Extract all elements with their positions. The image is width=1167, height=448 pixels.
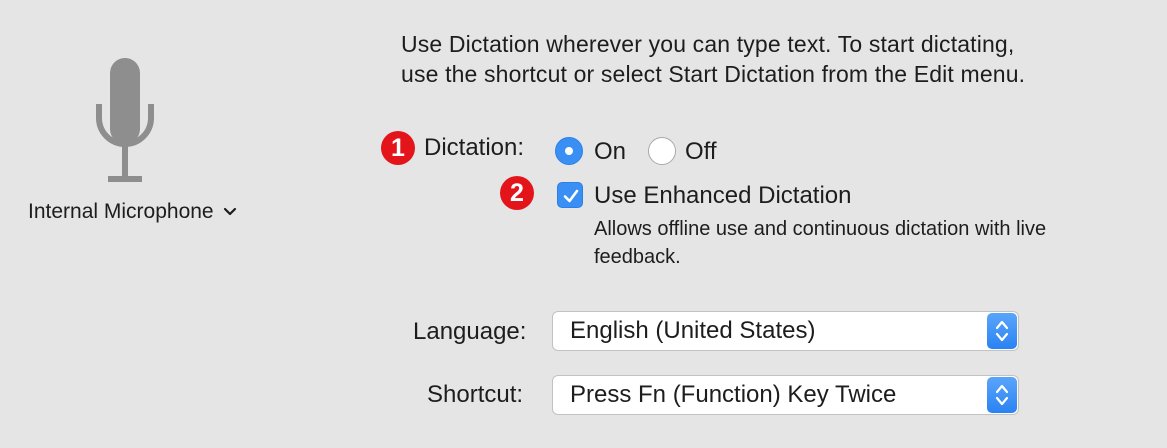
dictation-off-label[interactable]: Off [685, 138, 717, 166]
microphone-icon [96, 58, 154, 182]
shortcut-select-value: Press Fn (Function) Key Twice [570, 381, 897, 408]
language-select-stepper [987, 313, 1017, 349]
description-line-1: Allows offline use and continuous dictat… [594, 218, 1047, 240]
callout-badge-2: 2 [500, 176, 534, 210]
description-line-2: feedback. [594, 246, 681, 268]
intro-line-1: Use Dictation wherever you can type text… [401, 31, 1015, 57]
callout-badge-1: 1 [381, 131, 415, 165]
chevron-down-icon [223, 207, 236, 216]
up-down-arrows-icon [995, 384, 1009, 406]
dictation-on-radio[interactable] [555, 137, 583, 165]
microphone-panel: Internal Microphone [0, 0, 300, 448]
intro-line-2: use the shortcut or select Start Dictati… [401, 61, 1026, 87]
microphone-source-dropdown[interactable]: Internal Microphone [28, 197, 237, 227]
language-select[interactable]: English (United States) [552, 311, 1019, 351]
dictation-label: Dictation: [424, 134, 525, 161]
dictation-off-radio[interactable] [648, 137, 676, 165]
dictation-on-label[interactable]: On [594, 138, 626, 166]
enhanced-dictation-description: Allows offline use and continuous dictat… [594, 215, 1154, 271]
shortcut-select[interactable]: Press Fn (Function) Key Twice [552, 375, 1019, 415]
shortcut-label: Shortcut: [427, 381, 524, 408]
microphone-source-label: Internal Microphone [28, 200, 214, 223]
radio-selected-dot [565, 147, 573, 155]
enhanced-dictation-label[interactable]: Use Enhanced Dictation [594, 182, 851, 210]
intro-text: Use Dictation wherever you can type text… [401, 29, 1161, 89]
shortcut-select-stepper [987, 377, 1017, 413]
checkmark-icon [563, 189, 579, 203]
up-down-arrows-icon [995, 320, 1009, 342]
language-label: Language: [413, 318, 527, 345]
language-select-value: English (United States) [570, 317, 816, 344]
enhanced-dictation-checkbox[interactable] [557, 182, 583, 208]
